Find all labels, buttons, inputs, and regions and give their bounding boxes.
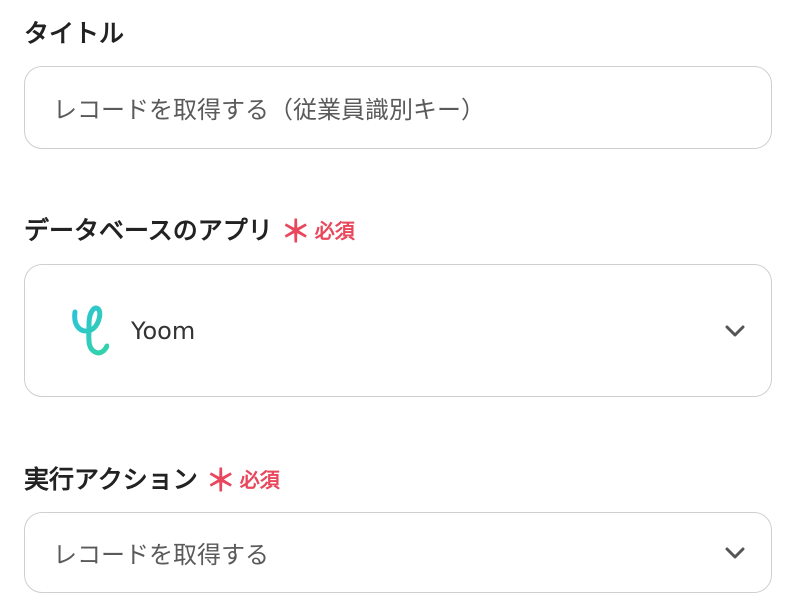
title-input[interactable]: レコードを取得する（従業員識別キー） — [24, 66, 772, 149]
selected-action: レコードを取得する — [53, 541, 269, 569]
database-app-label: データベースのアプリ ＊ 必須 — [24, 211, 355, 248]
chevron-down-icon[interactable] — [725, 547, 745, 559]
title-label: タイトル — [24, 14, 124, 50]
required-indicator: ＊ 必須 — [281, 214, 355, 248]
required-asterisk: ＊ — [205, 464, 236, 499]
action-select[interactable]: レコードを取得する — [24, 512, 772, 593]
database-app-label-text: データベースのアプリ — [24, 216, 273, 245]
required-badge: 必須 — [239, 467, 280, 492]
required-asterisk: ＊ — [280, 215, 311, 250]
action-label: 実行アクション ＊ 必須 — [24, 460, 280, 497]
title-input-value: レコードを取得する（従業員識別キー） — [53, 96, 485, 124]
database-app-select[interactable]: Yoom — [24, 264, 772, 397]
yoom-logo-icon — [72, 305, 109, 355]
chevron-down-icon[interactable] — [725, 325, 745, 337]
required-badge: 必須 — [314, 218, 355, 243]
selected-app-name: Yoom — [131, 316, 196, 345]
action-label-text: 実行アクション — [24, 465, 198, 494]
title-label-text: タイトル — [24, 19, 125, 48]
required-indicator: ＊ 必須 — [206, 463, 280, 497]
